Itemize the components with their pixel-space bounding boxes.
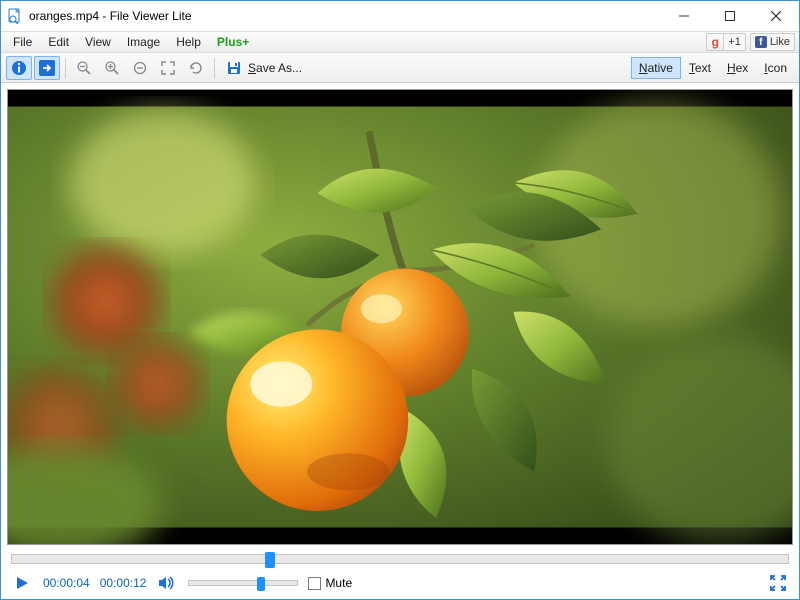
menu-help[interactable]: Help xyxy=(168,33,209,51)
volume-knob[interactable] xyxy=(257,577,265,591)
mute-checkbox[interactable]: Mute xyxy=(308,576,352,590)
menu-file[interactable]: File xyxy=(5,33,40,51)
save-as-button[interactable]: SSave As...ave As... xyxy=(219,56,309,80)
zoom-in-icon xyxy=(104,60,120,76)
view-tab-icon[interactable]: Icon xyxy=(756,57,795,79)
seek-bar[interactable] xyxy=(11,554,789,564)
view-tab-hex[interactable]: Hex xyxy=(719,57,756,79)
menu-edit[interactable]: Edit xyxy=(40,33,77,51)
play-icon xyxy=(14,575,30,591)
video-viewport[interactable] xyxy=(7,89,793,545)
player-controls: 00:00:04 00:00:12 Mute xyxy=(1,567,799,599)
menu-plus[interactable]: Plus+ xyxy=(209,33,257,51)
volume-slider[interactable] xyxy=(188,580,298,586)
zoom-in-button[interactable] xyxy=(99,56,125,80)
info-icon xyxy=(11,60,27,76)
view-mode-tabs: Native Text Hex Icon xyxy=(631,53,795,82)
zoom-out-icon xyxy=(76,60,92,76)
checkbox-icon xyxy=(308,577,321,590)
close-button[interactable] xyxy=(753,1,799,31)
fullscreen-button[interactable] xyxy=(767,572,789,594)
mute-label: Mute xyxy=(325,576,352,590)
maximize-button[interactable] xyxy=(707,1,753,31)
save-as-label: SSave As...ave As... xyxy=(248,61,302,75)
window-title: oranges.mp4 - File Viewer Lite xyxy=(29,9,192,23)
toolbar: SSave As...ave As... Native Text Hex Ico… xyxy=(1,53,799,83)
facebook-icon: f xyxy=(755,36,767,48)
google-plus-count: +1 xyxy=(723,34,745,50)
info-button[interactable] xyxy=(6,56,32,80)
volume-button[interactable] xyxy=(156,572,178,594)
export-button[interactable] xyxy=(34,56,60,80)
arrow-right-icon xyxy=(39,60,55,76)
total-time: 00:00:12 xyxy=(100,576,147,590)
video-frame-image xyxy=(8,90,792,544)
fullscreen-icon xyxy=(769,574,787,592)
separator xyxy=(65,58,66,78)
current-time: 00:00:04 xyxy=(43,576,90,590)
view-tab-text[interactable]: Text xyxy=(681,57,719,79)
menu-image[interactable]: Image xyxy=(119,33,168,51)
zoom-reset-button[interactable] xyxy=(127,56,153,80)
menubar: File Edit View Image Help Plus+ g +1 f L… xyxy=(1,31,799,53)
expand-icon xyxy=(160,60,176,76)
refresh-icon xyxy=(188,60,204,76)
zoom-out-button[interactable] xyxy=(71,56,97,80)
google-plus-button[interactable]: g +1 xyxy=(706,33,746,51)
google-plus-icon: g xyxy=(707,34,723,50)
facebook-like-button[interactable]: f Like xyxy=(750,33,795,51)
app-icon xyxy=(7,8,23,24)
refresh-button[interactable] xyxy=(183,56,209,80)
zoom-reset-icon xyxy=(132,60,148,76)
volume-icon xyxy=(158,575,176,591)
separator xyxy=(214,58,215,78)
minimize-button[interactable] xyxy=(661,1,707,31)
seek-bar-row xyxy=(1,551,799,567)
seek-knob[interactable] xyxy=(265,552,275,568)
view-tab-native[interactable]: Native xyxy=(631,57,681,79)
play-button[interactable] xyxy=(11,572,33,594)
facebook-like-label: Like xyxy=(770,36,790,48)
menu-view[interactable]: View xyxy=(77,33,119,51)
titlebar: oranges.mp4 - File Viewer Lite xyxy=(1,1,799,31)
fit-screen-button[interactable] xyxy=(155,56,181,80)
save-icon xyxy=(226,60,242,76)
